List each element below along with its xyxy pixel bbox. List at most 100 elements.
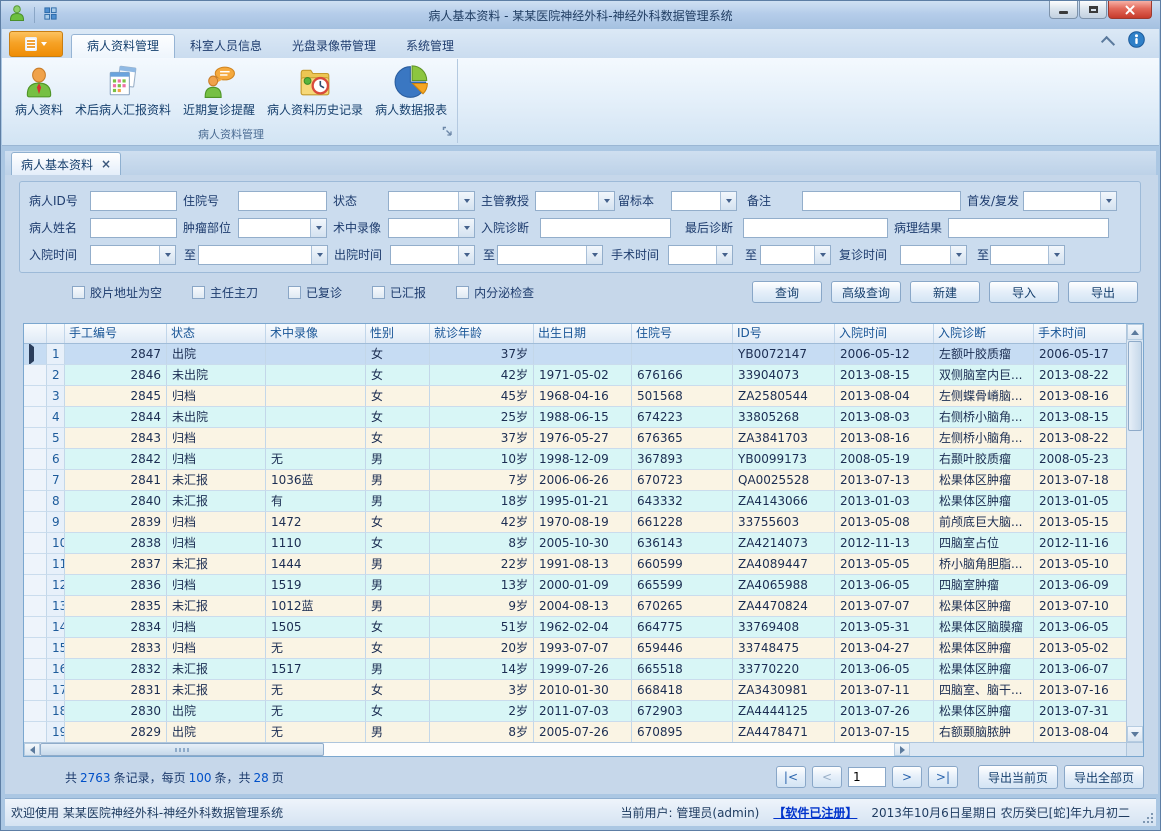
combo-dropdown-button[interactable] <box>310 219 326 237</box>
row-selector[interactable] <box>24 512 47 533</box>
tab-patient-basic-info[interactable]: 病人基本资料 × <box>11 152 121 175</box>
filter-combo-3-4[interactable] <box>497 245 603 265</box>
filter-checkbox-4[interactable]: 已汇报 <box>372 284 426 301</box>
combo-dropdown-button[interactable] <box>1048 246 1064 264</box>
table-row[interactable]: 52843归档女37岁1976-05-27676365ZA38417032013… <box>24 428 1143 449</box>
row-selector[interactable] <box>24 344 47 365</box>
row-selector[interactable] <box>24 449 47 470</box>
column-header[interactable]: 手工编号 <box>65 324 167 343</box>
scroll-down-arrow[interactable] <box>1127 726 1143 742</box>
scroll-up-arrow[interactable] <box>1127 324 1143 340</box>
filter-input-2-5[interactable] <box>743 218 888 238</box>
dialog-launcher-icon[interactable] <box>442 122 453 141</box>
row-selector[interactable] <box>24 575 47 596</box>
row-selector[interactable] <box>24 407 47 428</box>
combo-dropdown-button[interactable] <box>458 192 474 210</box>
filter-combo-3-7[interactable] <box>900 245 967 265</box>
ribbon-button-reminder-person[interactable]: 近期复诊提醒 <box>177 62 261 119</box>
column-header[interactable]: 性别 <box>366 324 430 343</box>
row-selector[interactable] <box>24 470 47 491</box>
column-header[interactable]: 就诊年龄 <box>430 324 534 343</box>
column-header[interactable]: 出生日期 <box>534 324 632 343</box>
row-selector[interactable] <box>24 659 47 680</box>
ribbon-button-history-folder-clock[interactable]: 病人资料历史记录 <box>261 62 369 119</box>
filter-combo-3-2[interactable] <box>198 245 328 265</box>
table-row[interactable]: 22846未出院女42岁1971-05-02676166339040732013… <box>24 365 1143 386</box>
minimize-button[interactable] <box>1049 1 1078 19</box>
combo-dropdown-button[interactable] <box>716 246 732 264</box>
last-page-button[interactable]: >| <box>928 766 958 788</box>
ribbon-tab-3[interactable]: 光盘录像带管理 <box>277 35 391 58</box>
combo-dropdown-button[interactable] <box>814 246 830 264</box>
row-selector[interactable] <box>24 722 47 743</box>
table-row[interactable]: 182830出院无女2岁2011-07-03672903ZA4444125201… <box>24 701 1143 722</box>
row-selector[interactable] <box>24 701 47 722</box>
filter-input-2-6[interactable] <box>948 218 1109 238</box>
column-header[interactable]: ID号 <box>733 324 835 343</box>
ribbon-tab-2[interactable]: 科室人员信息 <box>175 35 277 58</box>
filter-checkbox-3[interactable]: 已复诊 <box>288 284 342 301</box>
table-row[interactable]: 172831未汇报无女3岁2010-01-30668418ZA343098120… <box>24 680 1143 701</box>
ribbon-button-report-calendar[interactable]: 术后病人汇报资料 <box>69 62 177 119</box>
table-row[interactable]: 62842归档无男10岁1998-12-09367893YB0099173200… <box>24 449 1143 470</box>
export-all-pages-button[interactable]: 导出全部页 <box>1064 765 1144 789</box>
horizontal-scroll-thumb[interactable] <box>40 743 324 756</box>
combo-dropdown-button[interactable] <box>720 192 736 210</box>
filter-combo-2-2[interactable] <box>238 218 327 238</box>
query-button[interactable]: 查询 <box>752 281 822 303</box>
row-selector[interactable] <box>24 491 47 512</box>
import-button[interactable]: 导入 <box>989 281 1059 303</box>
ribbon-button-patient[interactable]: 病人资料 <box>9 62 69 119</box>
ribbon-tab-4[interactable]: 系统管理 <box>391 35 469 58</box>
table-row[interactable]: 122836归档1519男13岁2000-01-09665599ZA406598… <box>24 575 1143 596</box>
table-row[interactable]: 92839归档1472女42岁1970-08-19661228337556032… <box>24 512 1143 533</box>
registered-link[interactable]: 【软件已注册】 <box>773 804 857 821</box>
close-button[interactable] <box>1108 1 1152 19</box>
filter-combo-3-8[interactable] <box>990 245 1065 265</box>
combo-dropdown-button[interactable] <box>458 219 474 237</box>
filter-input-2-4[interactable] <box>540 218 671 238</box>
filter-input-1-2[interactable] <box>238 191 327 211</box>
filter-combo-1-7[interactable] <box>1023 191 1117 211</box>
combo-dropdown-button[interactable] <box>1100 192 1116 210</box>
table-row[interactable]: 72841未汇报1036蓝男7岁2006-06-26670723QA002552… <box>24 470 1143 491</box>
filter-combo-3-5[interactable] <box>668 245 733 265</box>
ribbon-tab-1[interactable]: 病人资料管理 <box>71 34 175 58</box>
vertical-scrollbar[interactable] <box>1126 324 1143 742</box>
table-row[interactable]: 12847出院女37岁YB00721472006-05-12左额叶胶质瘤2006… <box>24 344 1143 365</box>
combo-dropdown-button[interactable] <box>950 246 966 264</box>
table-row[interactable]: 102838归档1110女8岁2005-10-30636143ZA4214073… <box>24 533 1143 554</box>
filter-checkbox-2[interactable]: 主任主刀 <box>192 284 258 301</box>
export-button[interactable]: 导出 <box>1068 281 1138 303</box>
combo-dropdown-button[interactable] <box>458 246 474 264</box>
app-menu-button[interactable] <box>9 31 63 57</box>
table-row[interactable]: 152833归档无女20岁1993-07-0765944633748475201… <box>24 638 1143 659</box>
first-page-button[interactable]: |< <box>776 766 806 788</box>
combo-dropdown-button[interactable] <box>586 246 602 264</box>
filter-combo-3-1[interactable] <box>90 245 176 265</box>
filter-combo-1-3[interactable] <box>388 191 475 211</box>
filter-combo-2-3[interactable] <box>388 218 475 238</box>
column-header[interactable]: 入院诊断 <box>934 324 1034 343</box>
ribbon-button-pie-chart[interactable]: 病人数据报表 <box>369 62 453 119</box>
column-header[interactable]: 状态 <box>167 324 266 343</box>
table-row[interactable]: 132835未汇报1012蓝男9岁2004-08-13670265ZA44708… <box>24 596 1143 617</box>
combo-dropdown-button[interactable] <box>311 246 327 264</box>
next-page-button[interactable]: > <box>892 766 922 788</box>
filter-input-2-1[interactable] <box>90 218 177 238</box>
maximize-button[interactable] <box>1079 1 1107 19</box>
scroll-left-arrow[interactable] <box>24 743 40 756</box>
row-selector[interactable] <box>24 638 47 659</box>
export-current-page-button[interactable]: 导出当前页 <box>978 765 1058 789</box>
layout-squares-icon[interactable] <box>43 6 58 25</box>
row-selector[interactable] <box>24 554 47 575</box>
table-row[interactable]: 32845归档女45岁1968-04-16501568ZA25805442013… <box>24 386 1143 407</box>
new-button[interactable]: 新建 <box>910 281 980 303</box>
vertical-scroll-thumb[interactable] <box>1128 341 1142 431</box>
row-selector[interactable] <box>24 596 47 617</box>
filter-combo-3-6[interactable] <box>760 245 831 265</box>
scroll-right-arrow[interactable] <box>894 743 910 756</box>
resize-grip-icon[interactable] <box>1143 813 1153 823</box>
close-tab-icon[interactable]: × <box>101 157 111 171</box>
table-row[interactable]: 162832未汇报1517男14岁1999-07-266655183377022… <box>24 659 1143 680</box>
